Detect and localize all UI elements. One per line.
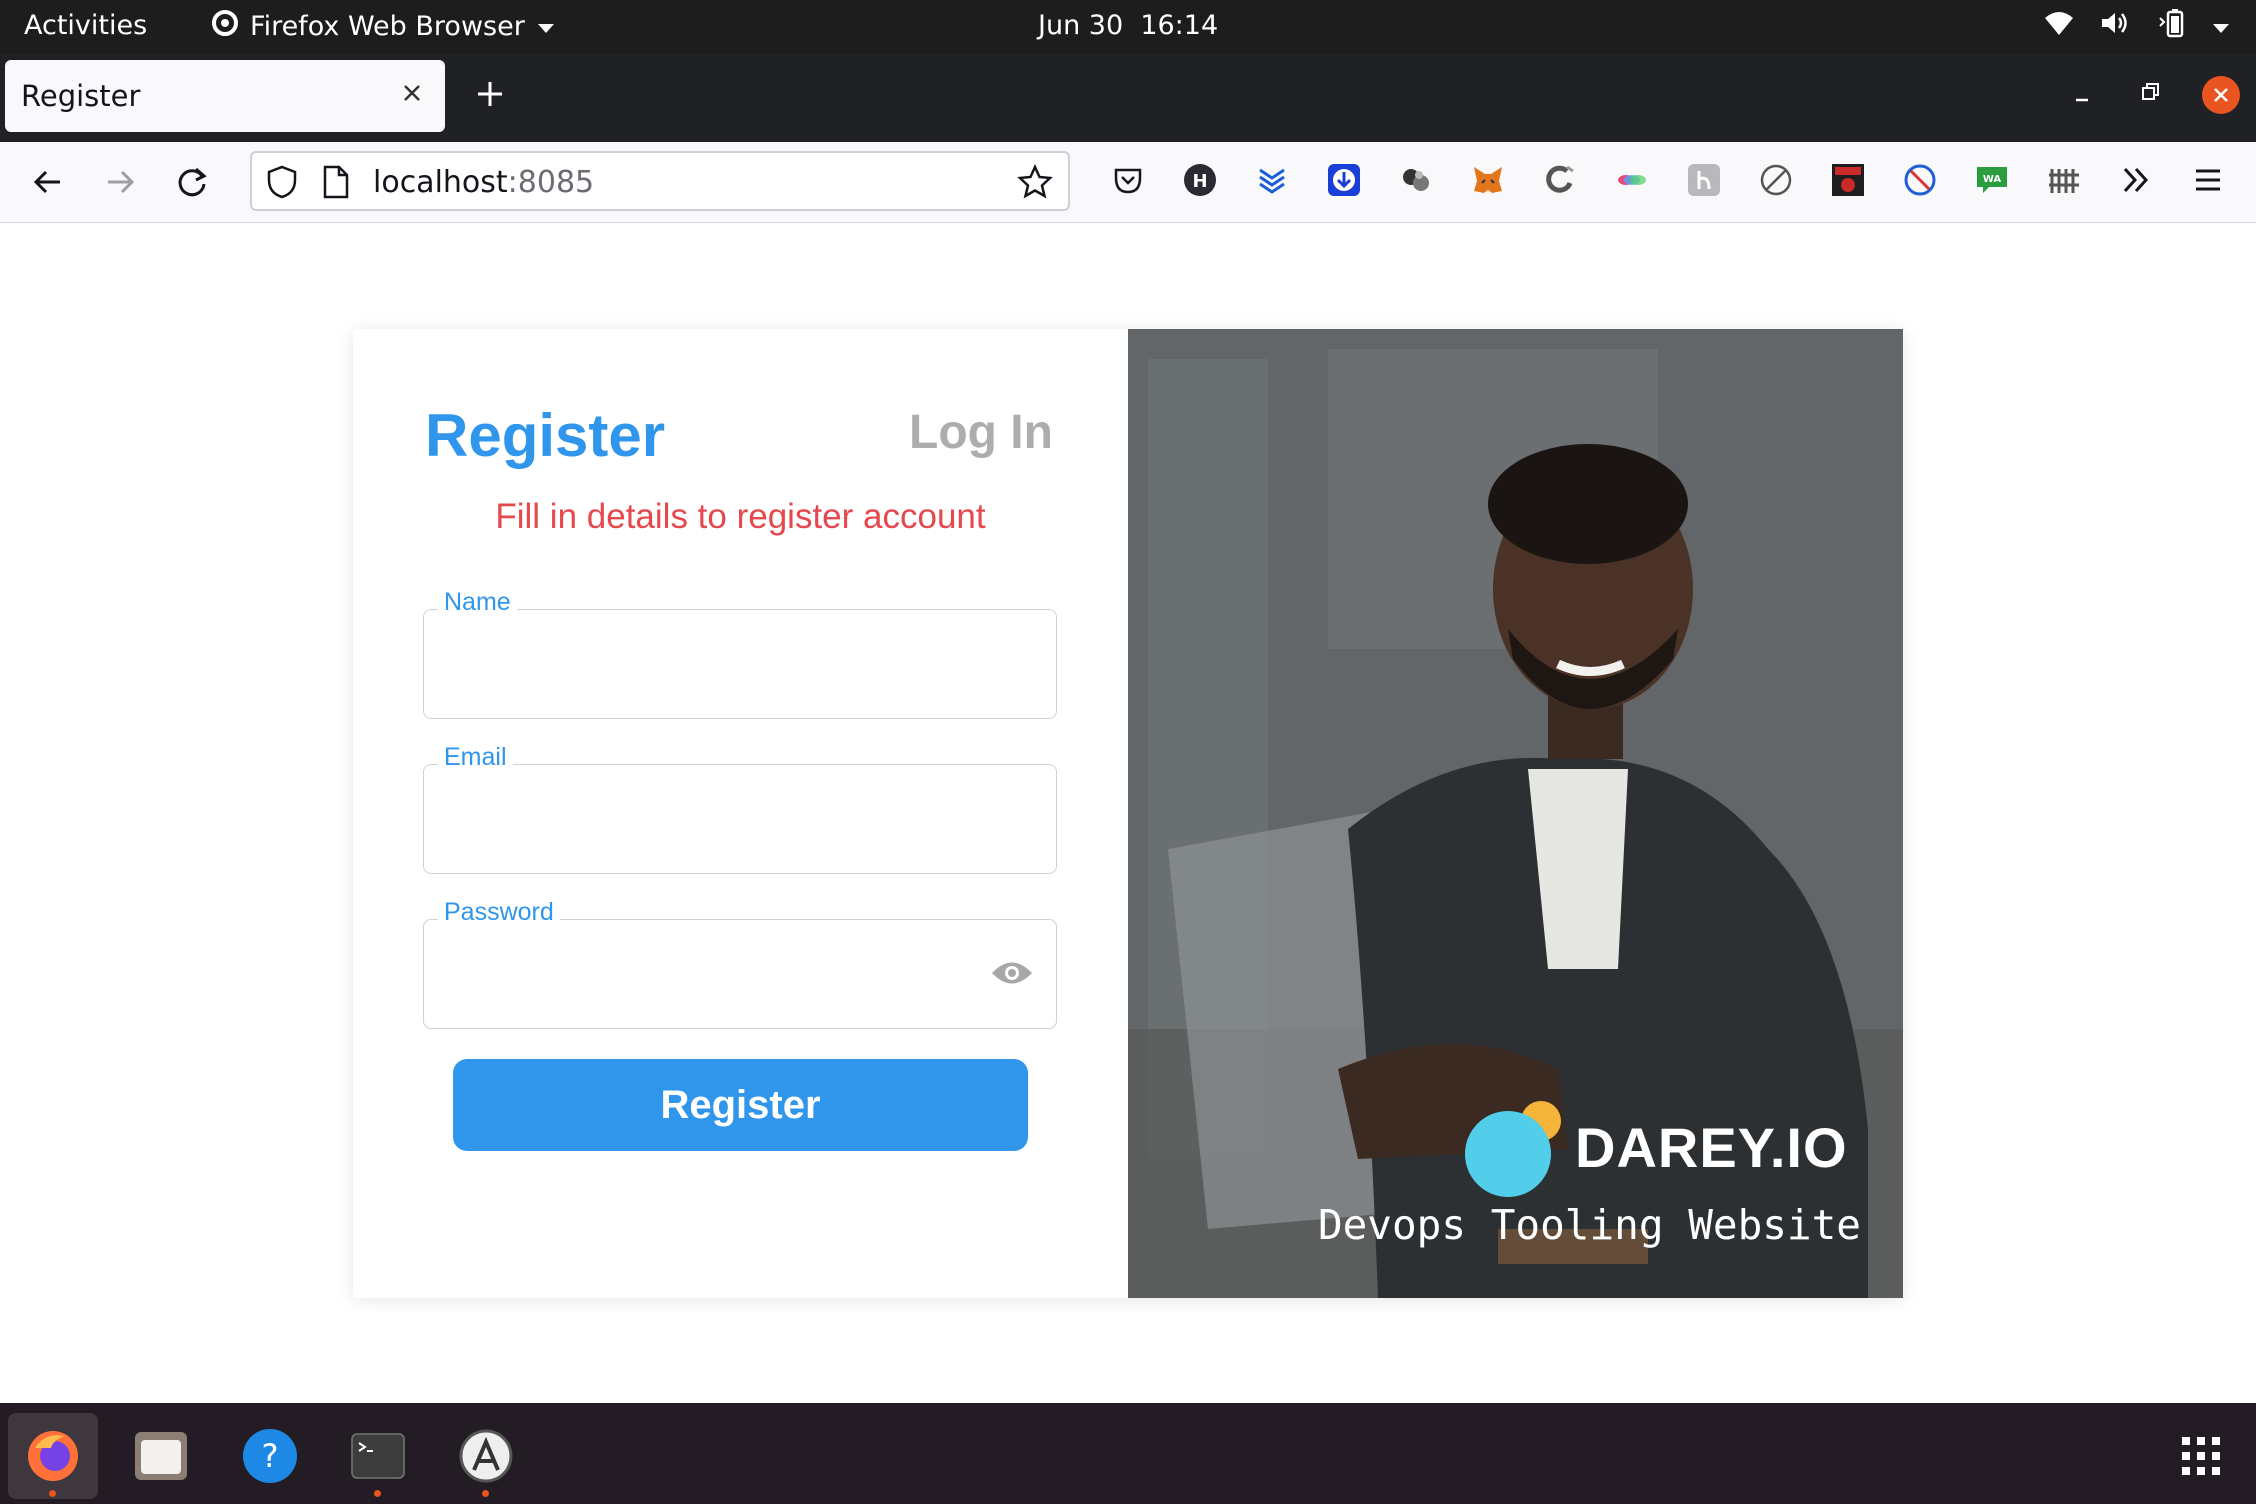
reload-icon[interactable] (174, 164, 210, 204)
overflow-chevrons-icon[interactable] (2118, 162, 2154, 198)
chevron-down-icon (537, 11, 555, 42)
running-indicator (482, 1490, 489, 1497)
rainbow-extension-icon[interactable] (1614, 162, 1650, 198)
clock-date: Jun 30 (1038, 10, 1124, 41)
download-extension-icon[interactable] (1326, 162, 1362, 198)
name-label: Name (438, 588, 517, 617)
dock-firefox[interactable] (8, 1413, 98, 1499)
app-menu[interactable]: Firefox Web Browser (212, 10, 555, 43)
system-tray[interactable] (2044, 8, 2230, 45)
darey-logo (1465, 1101, 1561, 1197)
email-field: Email (423, 743, 1057, 874)
block-extension-icon[interactable] (1758, 162, 1794, 198)
brand-name: DAREY.IO (1575, 1116, 1848, 1179)
firefox-icon (28, 1431, 78, 1481)
page-viewport: Register Log In Fill in details to regis… (0, 223, 2256, 1403)
running-indicator (374, 1490, 381, 1497)
bookmark-star-icon[interactable] (1017, 163, 1053, 204)
h-extension-icon[interactable]: H (1182, 162, 1218, 198)
back-icon[interactable] (30, 164, 66, 204)
shield-icon[interactable] (266, 165, 298, 203)
email-input[interactable] (444, 795, 1008, 847)
dock-files[interactable] (116, 1413, 206, 1499)
files-icon (135, 1432, 187, 1480)
clock-time: 16:14 (1140, 10, 1219, 41)
red-extension-icon[interactable] (1830, 162, 1866, 198)
wa-extension-icon[interactable]: WA (1974, 162, 2010, 198)
url-text[interactable]: localhost:8085 (373, 165, 594, 200)
url-bar[interactable]: localhost:8085 (250, 151, 1070, 211)
form-subtitle: Fill in details to register account (495, 497, 986, 536)
app-grid-icon (2182, 1437, 2220, 1475)
software-updater-icon (459, 1429, 513, 1483)
url-host: localhost (373, 165, 508, 200)
navigation-toolbar: localhost:8085 H WA (0, 142, 2256, 223)
password-input[interactable] (444, 950, 948, 1002)
tab-strip: Register (0, 54, 2256, 142)
no-entry-extension-icon[interactable] (1902, 162, 1938, 198)
activities-button[interactable]: Activities (24, 10, 147, 41)
window-close-icon[interactable] (2202, 76, 2240, 114)
show-applications-button[interactable] (2156, 1413, 2246, 1499)
restore-icon[interactable] (2137, 78, 2163, 112)
forward-icon[interactable] (102, 164, 138, 204)
terminal-icon (351, 1433, 405, 1479)
svg-text:WA: WA (1983, 174, 2002, 185)
url-port: :8085 (507, 165, 595, 200)
battery-icon (2156, 8, 2186, 45)
svg-text:?: ? (262, 1437, 279, 1475)
ubuntu-dock: ? (0, 1403, 2256, 1504)
register-tab[interactable]: Register (425, 401, 665, 470)
hero-image-panel: DAREY.IO Devops Tooling Website (1128, 329, 1903, 1298)
volume-icon (2100, 10, 2130, 43)
register-form-panel: Register Log In Fill in details to regis… (353, 329, 1128, 1298)
password-label: Password (438, 898, 560, 927)
tab-register[interactable]: Register (5, 60, 445, 132)
system-menu-chevron-icon (2212, 11, 2230, 42)
page-icon[interactable] (322, 165, 350, 203)
dock-help[interactable]: ? (225, 1413, 315, 1499)
pocket-icon[interactable] (1110, 162, 1146, 198)
app-menu-label: Firefox Web Browser (250, 11, 525, 42)
layers-extension-icon[interactable] (1254, 162, 1290, 198)
email-label: Email (438, 743, 513, 772)
password-field: Password (423, 898, 1057, 1029)
name-field: Name (423, 588, 1057, 719)
grey-extension-icon[interactable] (1686, 162, 1722, 198)
fence-extension-icon[interactable] (2046, 162, 2082, 198)
tab-title: Register (21, 79, 141, 113)
magnet-extension-icon[interactable] (1542, 162, 1578, 198)
eye-icon[interactable] (990, 958, 1034, 992)
new-tab-icon[interactable] (474, 78, 506, 114)
login-tab[interactable]: Log In (909, 405, 1053, 460)
auth-card: Register Log In Fill in details to regis… (353, 329, 1903, 1298)
system-top-bar: Activities Firefox Web Browser Jun 30 16… (0, 0, 2256, 54)
firefox-icon (212, 10, 238, 43)
dock-software-updater[interactable] (441, 1413, 531, 1499)
register-submit-button[interactable]: Register (453, 1059, 1028, 1151)
wifi-icon (2044, 10, 2074, 43)
help-icon: ? (243, 1429, 297, 1483)
name-input[interactable] (444, 640, 1008, 692)
dots-extension-icon[interactable] (1398, 162, 1434, 198)
metamask-fox-icon[interactable] (1470, 162, 1506, 198)
minimize-icon[interactable] (2070, 78, 2094, 112)
dock-terminal[interactable] (333, 1413, 423, 1499)
clock[interactable]: Jun 30 16:14 (1038, 10, 1218, 41)
hamburger-menu-icon[interactable] (2190, 162, 2226, 198)
close-tab-icon[interactable] (399, 80, 425, 110)
svg-text:H: H (1192, 171, 1207, 192)
running-indicator (49, 1490, 56, 1497)
brand-tagline: Devops Tooling Website (1317, 1201, 1861, 1249)
